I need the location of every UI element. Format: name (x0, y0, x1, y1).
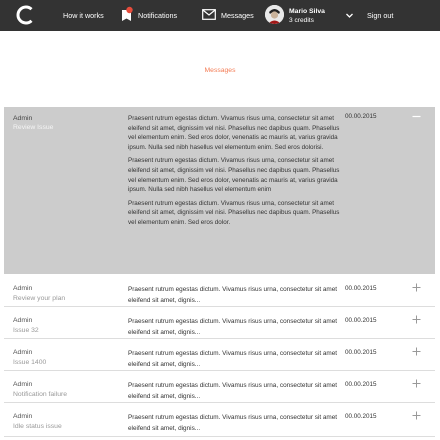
nav-how-it-works[interactable]: How it works (63, 0, 104, 31)
message-row[interactable]: Admin Notification failure Praesent rutr… (4, 375, 435, 403)
message-date: 00.00.2015 (345, 317, 377, 324)
message-preview: Praesent rutrum egestas dictum. Vivamus … (128, 414, 338, 432)
user-name[interactable]: Mario Silva (289, 8, 325, 15)
message-sender: Admin (13, 317, 33, 324)
message-row[interactable]: Admin Issue 1400 Praesent rutrum egestas… (4, 343, 435, 371)
expand-icon[interactable] (412, 347, 421, 356)
nav-messages[interactable]: Messages (221, 0, 254, 31)
message-sender: Admin (13, 413, 33, 420)
message-row[interactable]: Admin Review your plan Praesent rutrum e… (4, 279, 435, 307)
message-preview: Praesent rutrum egestas dictum. Vivamus … (128, 318, 338, 336)
message-row[interactable]: Admin Issue 32 Praesent rutrum egestas d… (4, 311, 435, 339)
expand-icon[interactable] (412, 411, 421, 420)
bell-icon[interactable] (120, 6, 134, 23)
message-date: 00.00.2015 (345, 413, 377, 420)
expand-icon[interactable] (412, 315, 421, 324)
message-date: 00.00.2015 (345, 349, 377, 356)
message-date: 00.00.2015 (345, 381, 377, 388)
top-navigation-bar: How it works Notifications Messages Mari… (0, 0, 440, 31)
message-preview: Praesent rutrum egestas dictum. Vivamus … (128, 286, 338, 304)
message-date: 00.00.2015 (345, 113, 377, 120)
message-sender: Admin (13, 115, 33, 122)
message-sender: Admin (13, 349, 33, 356)
chevron-down-icon[interactable] (345, 11, 354, 20)
message-paragraph: Praesent rutrum egestas dictum. Vivamus … (128, 157, 340, 194)
message-preview: Praesent rutrum egestas dictum. Vivamus … (128, 382, 338, 400)
message-paragraph: Praesent rutrum egestas dictum. Vivamus … (128, 199, 340, 226)
message-preview: Praesent rutrum egestas dictum. Vivamus … (128, 350, 338, 368)
message-sender: Admin (13, 381, 33, 388)
message-expanded[interactable]: Admin Review Issue Praesent rutrum egest… (4, 107, 435, 274)
page-title: Messages (204, 67, 236, 74)
message-subject: Idle status issue (13, 423, 62, 430)
logo-icon[interactable] (15, 4, 37, 26)
message-date: 00.00.2015 (345, 285, 377, 292)
message-subject: Issue 32 (13, 327, 39, 334)
message-row[interactable]: Admin Idle status issue Praesent rutrum … (4, 407, 435, 437)
nav-notifications[interactable]: Notifications (138, 0, 177, 31)
message-paragraph: Praesent rutrum egestas dictum. Vivamus … (128, 115, 340, 151)
message-sender: Admin (13, 285, 33, 292)
expand-icon[interactable] (412, 379, 421, 388)
avatar[interactable] (265, 5, 284, 24)
message-subject: Review your plan (13, 295, 66, 302)
message-subject: Review Issue (13, 124, 54, 131)
collapse-icon[interactable] (412, 112, 421, 121)
message-subject: Issue 1400 (13, 359, 47, 366)
user-avatar-image (265, 5, 284, 24)
user-credits: 3 credits (289, 17, 314, 24)
message-subject: Notification failure (13, 391, 68, 398)
envelope-icon[interactable] (202, 9, 216, 20)
sign-out-link[interactable]: Sign out (367, 0, 393, 31)
expand-icon[interactable] (412, 283, 421, 292)
message-body: Praesent rutrum egestas dictum. Vivamus … (128, 114, 340, 232)
